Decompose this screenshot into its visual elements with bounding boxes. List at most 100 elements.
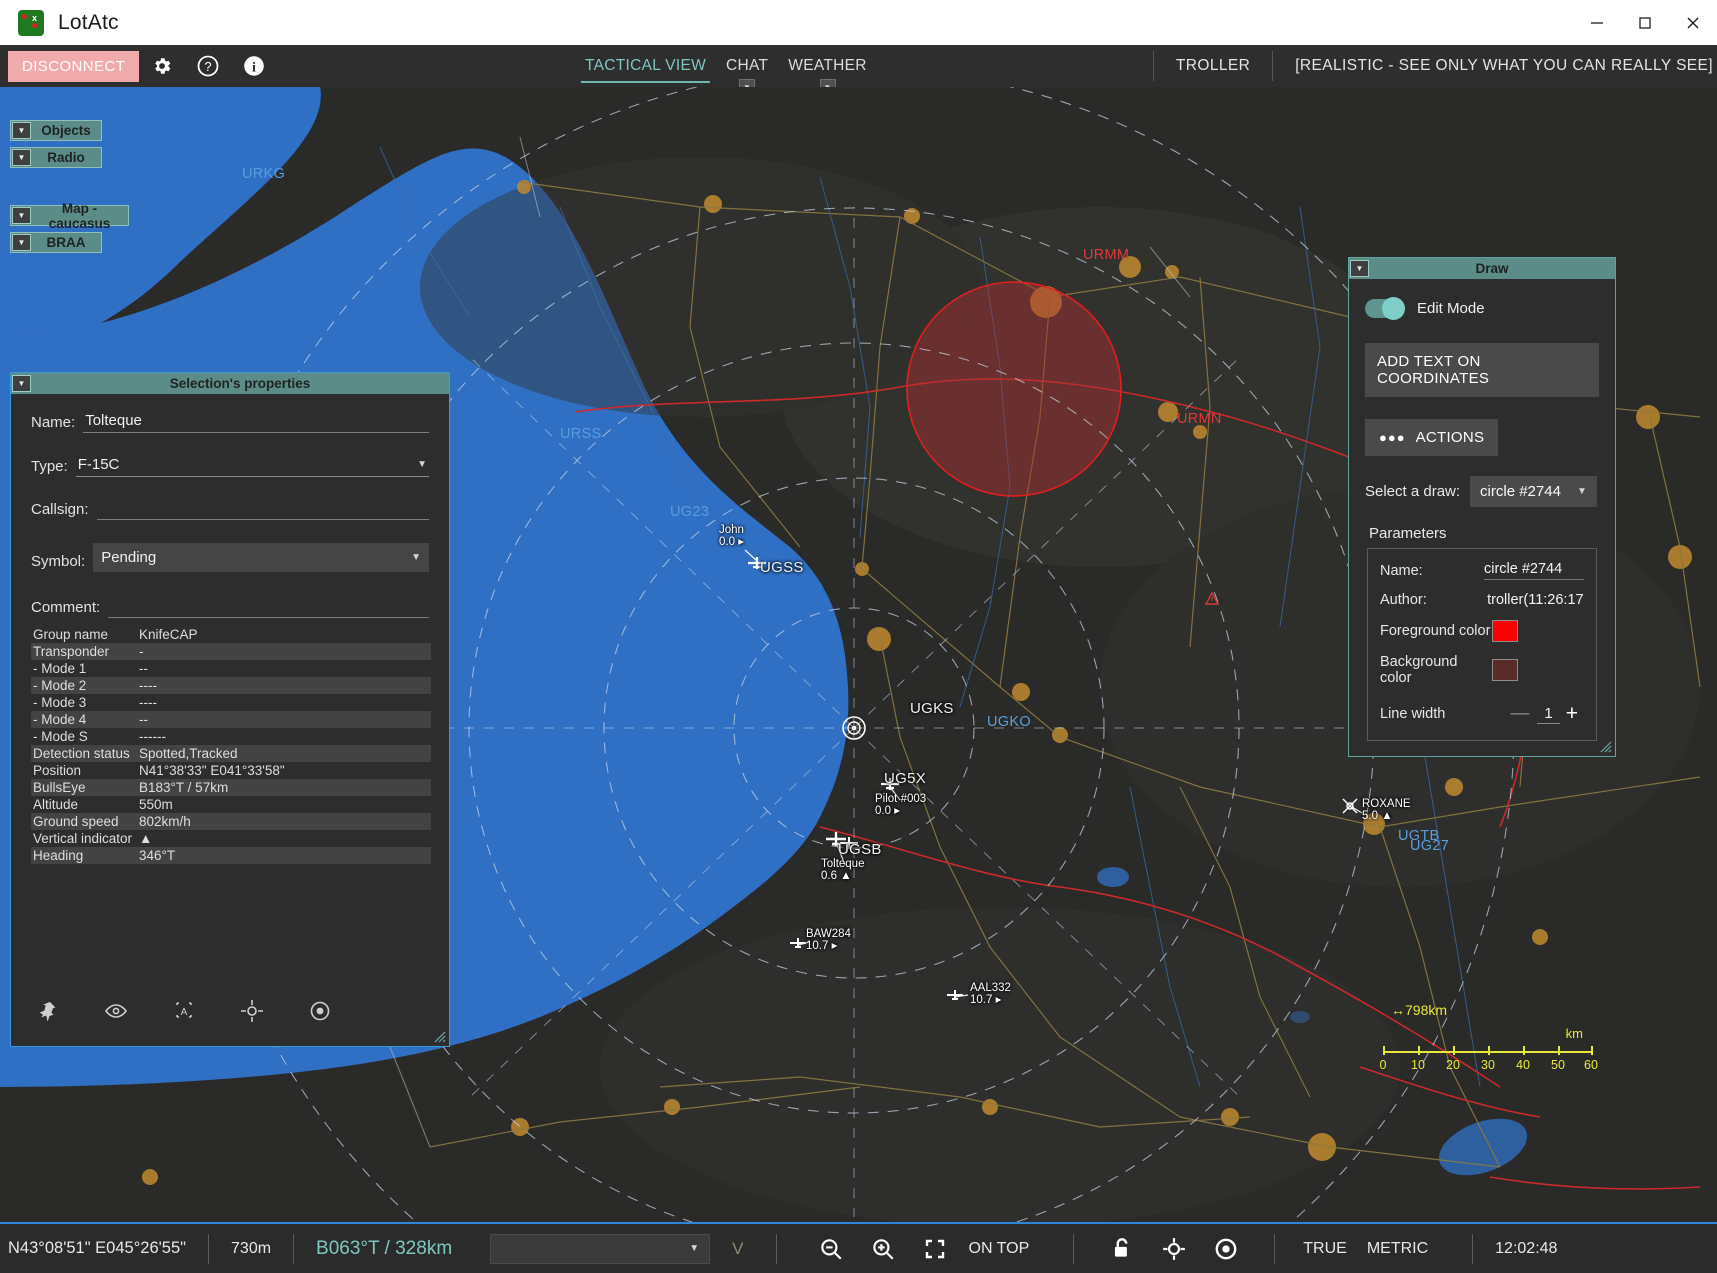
- draw-panel-resize-grip[interactable]: [1596, 737, 1612, 753]
- line-width-value[interactable]: 1: [1537, 705, 1560, 724]
- panel-radio-label: Radio: [47, 150, 85, 165]
- track-level-icon: ▸: [831, 940, 838, 952]
- info-icon[interactable]: i: [231, 45, 277, 87]
- chevron-down-icon[interactable]: ▼: [1350, 260, 1369, 277]
- param-name-row: Name: circle #2744: [1380, 561, 1584, 580]
- panel-objects-label: Objects: [41, 123, 91, 138]
- tab-chat[interactable]: CHAT ▼: [716, 45, 778, 95]
- units-toggle[interactable]: METRIC: [1357, 1240, 1450, 1258]
- disconnect-button[interactable]: DISCONNECT: [8, 50, 140, 82]
- unlock-icon[interactable]: [1096, 1223, 1148, 1273]
- track-altitude: 10.7: [970, 994, 993, 1006]
- panel-radio[interactable]: ▼ Radio: [10, 147, 102, 168]
- row-key: - Mode 4: [31, 711, 135, 728]
- edit-mode-toggle[interactable]: [1365, 297, 1405, 320]
- line-width-label: Line width: [1380, 706, 1446, 722]
- select-draw-value: circle #2744: [1480, 483, 1561, 500]
- map-scalebar: ↔798km km 0 10 20 30 40 50 60: [1380, 1002, 1598, 1072]
- fullscreen-icon[interactable]: [909, 1223, 961, 1273]
- settings-gear-icon[interactable]: [139, 45, 185, 87]
- row-key: Ground speed: [31, 813, 135, 830]
- track-label-aal332[interactable]: AAL332 10.7 ▸: [970, 982, 1011, 1006]
- chevron-down-icon[interactable]: ▼: [12, 234, 31, 251]
- table-row: Ground speed 802km/h: [31, 813, 431, 830]
- airport-label-ugss: UGSS: [760, 559, 804, 576]
- window-title: LotAtc: [58, 10, 119, 34]
- track-name: BAW284: [806, 928, 851, 940]
- target-icon[interactable]: [307, 998, 333, 1024]
- maximize-button[interactable]: [1621, 0, 1669, 45]
- minimize-button[interactable]: [1573, 0, 1621, 45]
- selection-panel-header[interactable]: ▼ Selection's properties: [11, 373, 449, 394]
- row-key: - Mode S: [33, 729, 88, 744]
- tactical-map[interactable]: ▼ Objects ▼ Radio ▼ Map - caucasus ▼ BRA…: [0, 87, 1717, 1222]
- symbol-select[interactable]: Pending ▼: [93, 543, 429, 572]
- north-reference-toggle[interactable]: TRUE: [1275, 1240, 1357, 1258]
- airport-label-ug23: UG23: [670, 504, 710, 520]
- track-label-tolteque[interactable]: Tolteque 0.6 ▲: [821, 858, 864, 882]
- chevron-down-icon[interactable]: ▼: [12, 375, 31, 392]
- user-name[interactable]: TROLLER: [1154, 57, 1272, 75]
- panel-resize-grip[interactable]: [430, 1027, 446, 1043]
- label-icon[interactable]: A: [171, 998, 197, 1024]
- actions-label: ACTIONS: [1415, 429, 1485, 446]
- chevron-down-icon[interactable]: ▼: [12, 122, 31, 139]
- symbol-label: Symbol:: [31, 553, 86, 570]
- draw-panel[interactable]: ▼ Draw Edit Mode ADD TEXT ON COORDINATES…: [1348, 257, 1616, 757]
- track-label-john[interactable]: John 0.0 ▸: [719, 524, 744, 548]
- param-author-value: troller(11:26:17): [1487, 592, 1584, 608]
- select-draw-dropdown[interactable]: circle #2744 ▼: [1470, 476, 1597, 507]
- row-value: 802km/h: [135, 813, 431, 830]
- chevron-down-icon[interactable]: ▼: [12, 149, 31, 166]
- name-input[interactable]: Tolteque: [83, 412, 429, 433]
- tab-weather[interactable]: WEATHER ▼: [778, 45, 876, 95]
- panel-braa[interactable]: ▼ BRAA: [10, 232, 102, 253]
- draw-panel-header[interactable]: ▼ Draw: [1349, 258, 1615, 279]
- bullseye-icon[interactable]: [1200, 1223, 1252, 1273]
- zoom-out-icon[interactable]: [805, 1223, 857, 1273]
- tab-tactical-view[interactable]: TACTICAL VIEW: [575, 45, 716, 87]
- comment-input[interactable]: [108, 598, 429, 618]
- pin-icon[interactable]: [35, 998, 61, 1024]
- chevron-down-icon: ▼: [411, 552, 421, 563]
- line-width-increase-button[interactable]: +: [1560, 702, 1584, 726]
- table-row: Transponder -: [31, 643, 431, 660]
- zoom-in-icon[interactable]: [857, 1223, 909, 1273]
- v-label[interactable]: V: [710, 1239, 765, 1259]
- selection-properties-panel[interactable]: ▼ Selection's properties Name: Tolteque …: [10, 372, 450, 1047]
- app-logo-icon: x: [18, 9, 44, 36]
- status-dropdown[interactable]: ▼: [490, 1233, 711, 1264]
- scalebar-tick-5: 50: [1551, 1058, 1565, 1072]
- param-name-input[interactable]: circle #2744: [1484, 561, 1584, 580]
- row-key: Detection status: [31, 745, 135, 762]
- chevron-down-icon[interactable]: ▼: [12, 207, 31, 224]
- scalebar-ticks: 0 10 20 30 40 50 60: [1380, 1045, 1598, 1072]
- eye-icon[interactable]: [103, 998, 129, 1024]
- row-value: --: [135, 711, 431, 728]
- row-value: KnifeCAP: [139, 627, 198, 642]
- panel-objects[interactable]: ▼ Objects: [10, 120, 102, 141]
- track-label-pilot003[interactable]: Pilot #003 0.0 ▸: [875, 793, 926, 817]
- background-color-swatch[interactable]: [1492, 659, 1518, 681]
- foreground-color-swatch[interactable]: [1492, 620, 1518, 642]
- help-question-icon[interactable]: ?: [185, 45, 231, 87]
- actions-button[interactable]: ●●● ACTIONS: [1365, 419, 1499, 456]
- type-select[interactable]: F-15C ▼: [75, 456, 429, 477]
- panel-map-caucasus[interactable]: ▼ Map - caucasus: [10, 201, 129, 231]
- line-width-decrease-button[interactable]: —: [1502, 703, 1537, 725]
- track-label-roxane[interactable]: ROXANE 5.0 ▲: [1362, 798, 1411, 822]
- crosshair-icon[interactable]: [1148, 1223, 1200, 1273]
- track-label-baw284[interactable]: BAW284 10.7 ▸: [806, 928, 851, 952]
- add-text-on-coordinates-button[interactable]: ADD TEXT ON COORDINATES: [1365, 343, 1599, 397]
- selection-panel-body: Name: Tolteque Type: F-15C ▼ Callsign: S…: [11, 394, 449, 864]
- scalebar-tick-2: 20: [1446, 1058, 1460, 1072]
- track-altitude: 0.0: [875, 805, 891, 817]
- track-level-icon: ▸: [738, 536, 744, 548]
- scalebar-unit: km: [1565, 1026, 1583, 1041]
- on-top-toggle[interactable]: ON TOP: [961, 1240, 1052, 1258]
- close-button[interactable]: [1669, 0, 1717, 45]
- table-row: - Mode 3 ----: [31, 694, 431, 711]
- realism-mode-label[interactable]: [REALISTIC - SEE ONLY WHAT YOU CAN REALL…: [1273, 57, 1717, 75]
- center-icon[interactable]: [239, 998, 265, 1024]
- callsign-input[interactable]: [96, 500, 429, 520]
